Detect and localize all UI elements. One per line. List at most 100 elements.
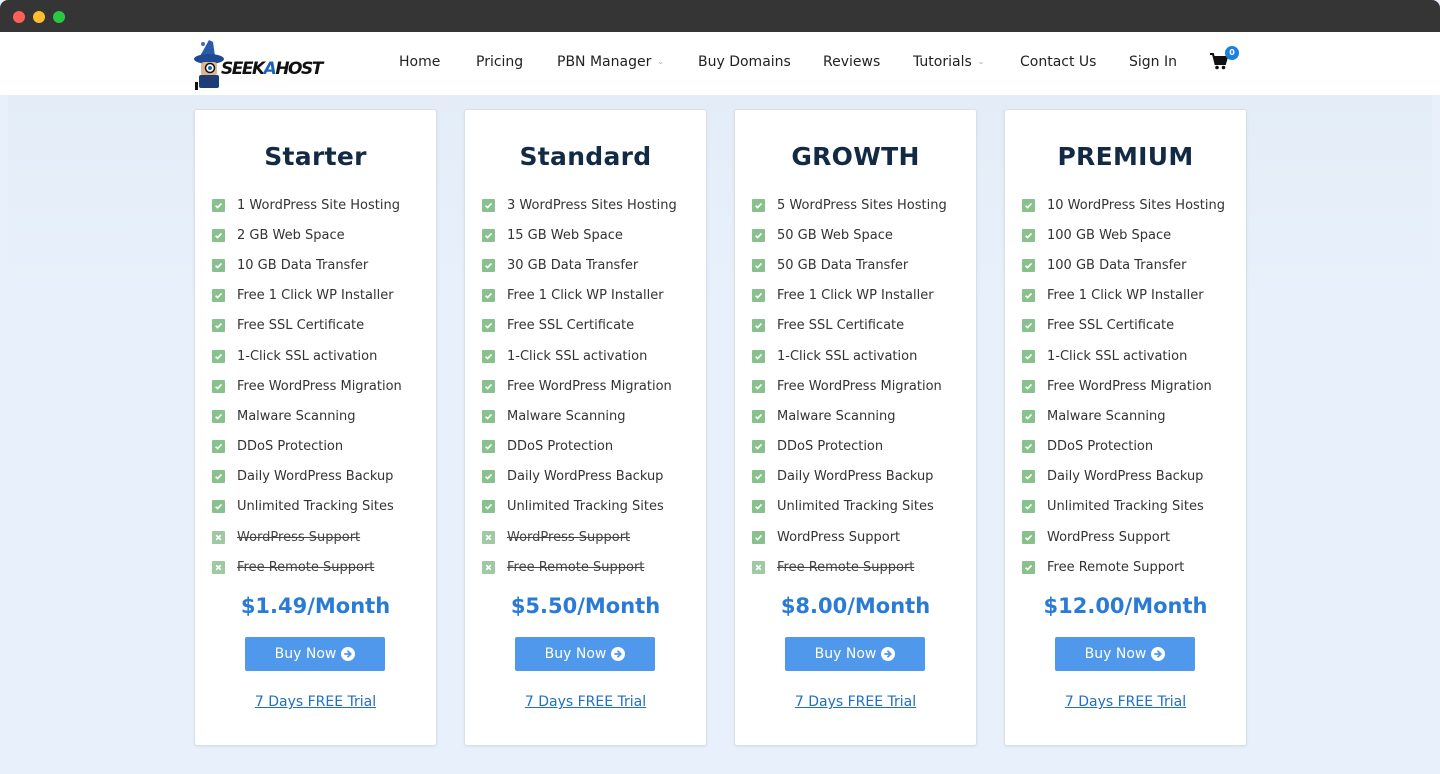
arrow-circle-right-icon: [611, 647, 626, 661]
arrow-circle-right-icon: [1151, 647, 1166, 661]
feature-text: 30 GB Data Transfer: [507, 257, 639, 273]
check-square-icon: [1022, 258, 1035, 272]
feature-text: Free SSL Certificate: [1047, 318, 1175, 334]
check-square-icon: [752, 319, 765, 333]
close-window-button[interactable]: [13, 11, 25, 23]
pricing-card-premium: PREMIUM 10 WordPress Sites Hosting 100 GB…: [1004, 109, 1247, 746]
feature-text: Unlimited Tracking Sites: [1047, 499, 1204, 515]
check-square-icon: [1022, 349, 1035, 363]
check-square-icon: [1022, 440, 1035, 454]
check-square-icon: [752, 258, 765, 272]
free-trial-link[interactable]: 7 Days FREE Trial: [1005, 694, 1246, 710]
free-trial-link[interactable]: 7 Days FREE Trial: [735, 694, 976, 710]
check-square-icon: [482, 409, 495, 423]
check-square-icon: [1022, 379, 1035, 393]
arrow-circle-right-icon: [341, 647, 356, 661]
feature-item: 1-Click SSL activation: [1022, 341, 1225, 371]
minimize-window-button[interactable]: [33, 11, 45, 23]
feature-item: Unlimited Tracking Sites: [1022, 492, 1225, 522]
check-square-icon: [212, 500, 225, 514]
check-square-icon: [482, 198, 495, 212]
feature-item: Free 1 Click WP Installer: [752, 281, 947, 311]
chevron-down-icon: ⌄: [977, 57, 985, 66]
buy-now-button[interactable]: Buy Now: [515, 637, 655, 671]
check-square-icon: [212, 440, 225, 454]
feature-text: Free 1 Click WP Installer: [237, 288, 394, 304]
feature-text: Free 1 Click WP Installer: [777, 288, 934, 304]
nav-home[interactable]: Home: [399, 54, 440, 70]
nav-label: Contact Us: [1020, 54, 1097, 70]
feature-text: Daily WordPress Backup: [237, 469, 394, 485]
nav-tutorials[interactable]: Tutorials ⌄: [913, 54, 984, 70]
pricing-card-growth: GROWTH 5 WordPress Sites Hosting 50 GB We…: [734, 109, 977, 746]
feature-item: Daily WordPress Backup: [212, 462, 402, 492]
buy-now-button[interactable]: Buy Now: [785, 637, 925, 671]
check-square-icon: [1022, 470, 1035, 484]
check-square-icon: [482, 289, 495, 303]
check-square-icon: [1022, 198, 1035, 212]
nav-label: Tutorials: [913, 54, 972, 70]
feature-item: Free Remote Support: [482, 552, 677, 582]
feature-item: 10 WordPress Sites Hosting: [1022, 190, 1225, 220]
feature-item: DDoS Protection: [482, 432, 677, 462]
logo-part: A: [263, 59, 277, 79]
cross-square-icon: [212, 530, 225, 544]
nav-contact-us[interactable]: Contact Us: [1020, 54, 1096, 70]
feature-list: 10 WordPress Sites Hosting 100 GB Web Spa…: [1022, 190, 1225, 582]
buy-now-label: Buy Now: [274, 646, 337, 662]
feature-text: 100 GB Data Transfer: [1047, 257, 1187, 273]
cross-square-icon: [482, 560, 495, 574]
feature-item: Daily WordPress Backup: [482, 462, 677, 492]
feature-item: Free WordPress Migration: [482, 371, 677, 401]
feature-text: Unlimited Tracking Sites: [777, 499, 934, 515]
cross-square-icon: [482, 530, 495, 544]
free-trial-link[interactable]: 7 Days FREE Trial: [465, 694, 706, 710]
feature-text: Free Remote Support: [507, 559, 645, 575]
free-trial-link[interactable]: 7 Days FREE Trial: [195, 694, 436, 710]
feature-text: DDoS Protection: [777, 439, 884, 455]
feature-item: Free SSL Certificate: [1022, 311, 1225, 341]
buy-now-button[interactable]: Buy Now: [245, 637, 385, 671]
feature-text: 50 GB Data Transfer: [777, 257, 909, 273]
check-square-icon: [752, 409, 765, 423]
feature-item: Daily WordPress Backup: [752, 462, 947, 492]
check-square-icon: [212, 409, 225, 423]
feature-text: Unlimited Tracking Sites: [237, 499, 394, 515]
feature-text: 1-Click SSL activation: [777, 348, 918, 364]
check-square-icon: [752, 289, 765, 303]
buy-now-label: Buy Now: [814, 646, 877, 662]
buy-now-button[interactable]: Buy Now: [1055, 637, 1195, 671]
feature-item: Free SSL Certificate: [752, 311, 947, 341]
feature-text: 1-Click SSL activation: [237, 348, 378, 364]
feature-item: Free WordPress Migration: [212, 371, 402, 401]
feature-item: 1-Click SSL activation: [212, 341, 402, 371]
check-square-icon: [212, 198, 225, 212]
maximize-window-button[interactable]: [53, 11, 65, 23]
pricing-card-standard: Standard 3 WordPress Sites Hosting 15 GB …: [464, 109, 707, 746]
nav-label: Sign In: [1129, 54, 1177, 70]
plan-price: $12.00/Month: [1043, 594, 1208, 618]
nav-reviews[interactable]: Reviews: [823, 54, 880, 70]
feature-item: Free WordPress Migration: [1022, 371, 1225, 401]
check-square-icon: [482, 228, 495, 242]
feature-item: 100 GB Web Space: [1022, 220, 1225, 250]
feature-item: Malware Scanning: [482, 401, 677, 431]
cross-square-icon: [752, 560, 765, 574]
feature-item: Free WordPress Migration: [752, 371, 947, 401]
feature-item: Free Remote Support: [212, 552, 402, 582]
check-square-icon: [482, 319, 495, 333]
seekahost-logo[interactable]: SEEKAHOST: [193, 38, 323, 90]
nav-sign-in[interactable]: Sign In: [1129, 54, 1177, 70]
plan-name: Starter: [264, 142, 367, 171]
nav-pbn-manager[interactable]: PBN Manager ⌄: [557, 54, 664, 70]
check-square-icon: [752, 530, 765, 544]
nav-pricing[interactable]: Pricing: [476, 54, 523, 70]
check-square-icon: [1022, 319, 1035, 333]
feature-item: Daily WordPress Backup: [1022, 462, 1225, 492]
check-square-icon: [482, 349, 495, 363]
nav-buy-domains[interactable]: Buy Domains: [698, 54, 791, 70]
arrow-circle-right-icon: [881, 647, 896, 661]
feature-item: Free Remote Support: [752, 552, 947, 582]
feature-text: WordPress Support: [507, 529, 631, 545]
check-square-icon: [1022, 409, 1035, 423]
